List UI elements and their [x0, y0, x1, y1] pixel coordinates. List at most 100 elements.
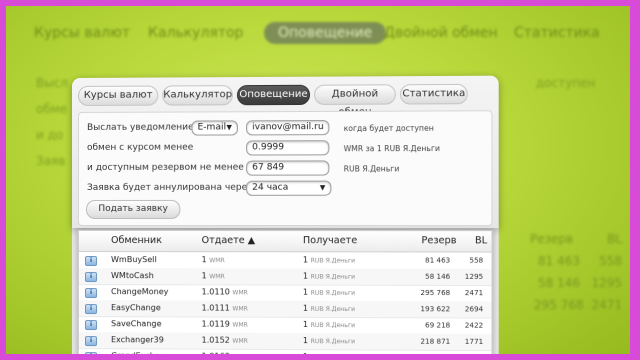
rate-note: WMR за 1 RUB Я.Деньги [343, 143, 441, 154]
exchanger-name[interactable]: Exchanger39 [111, 332, 164, 348]
video-frame: Курсы валют Калькулятор Оповещение Двойн… [6, 6, 630, 354]
background-tabs: Курсы валют Калькулятор Оповещение Двойн… [6, 22, 630, 48]
exchanger-name[interactable]: EasyChange [111, 300, 161, 316]
give-value: 1.0111 [201, 303, 230, 313]
reserve-field[interactable]: 67 849 [246, 160, 330, 176]
bg-cell: 81 463 [538, 254, 580, 268]
get-unit: RUB Я.Деньги [310, 273, 356, 281]
bg-cell: 58 146 [538, 276, 580, 290]
bl-value: 2422 [464, 321, 484, 330]
bg-tab: Калькулятор [148, 25, 244, 41]
bg-text: Высл [36, 76, 68, 90]
bg-text: доступен [536, 76, 596, 90]
rate-label: обмен с курсом менее [86, 142, 194, 153]
exchanger-name[interactable]: ChangeMoney [111, 284, 168, 300]
exchangers-table: Обменник Отдаете ▲ Получаете Резерв BL i… [77, 230, 493, 355]
get-amount: 1 RUB Я.Деньги [303, 268, 355, 284]
give-amount: 1.0111 WMR [202, 300, 248, 316]
give-value: 1 [201, 255, 207, 265]
reserve-value: 218 871 [420, 337, 451, 346]
give-value: 1.0110 [201, 287, 230, 297]
reserve-value: 58 146 [425, 272, 451, 281]
info-icon[interactable]: i [84, 272, 98, 283]
tab-rates[interactable]: Курсы валют [77, 85, 159, 106]
get-value: 1 [302, 336, 309, 346]
col-reserve[interactable]: Резерв [421, 231, 456, 251]
chevron-down-icon: ▼ [226, 123, 232, 132]
notify-method-select[interactable]: E-mail ▼ [191, 120, 238, 136]
bg-tab-active: Оповещение [264, 22, 387, 44]
bg-tab: Курсы валют [34, 25, 131, 41]
exchanger-name[interactable]: GrandExchange [111, 348, 175, 354]
info-icon[interactable]: i [84, 256, 98, 267]
give-value: 1 [201, 271, 207, 281]
chevron-down-icon: ▼ [319, 183, 326, 192]
give-unit: WMR [232, 321, 248, 329]
email-note: когда будет доступен [343, 123, 434, 134]
bl-value: 558 [469, 256, 484, 265]
notify-label: Выслать уведомление на [86, 122, 209, 133]
give-unit: WMR [232, 289, 248, 297]
bg-text: и до [36, 128, 64, 142]
table-row[interactable]: i WmBuySell 1 WMR 1 RUB Я.Деньги 81 463 558 [78, 252, 492, 270]
info-icon[interactable]: i [84, 288, 98, 299]
get-unit: RUB Я.Деньги [310, 305, 356, 314]
tab-statistics[interactable]: Статистика [399, 83, 468, 105]
give-amount: 1 WMR [202, 252, 225, 268]
get-value: 1 [302, 319, 309, 329]
bg-cell: 1295 [591, 276, 622, 290]
reserve-label: и доступным резервом не менее [86, 162, 244, 173]
tab-calculator[interactable]: Калькулятор [162, 85, 233, 106]
get-amount: 1 RUB Я.Деньги [303, 333, 355, 349]
col-bl[interactable]: BL [475, 231, 487, 251]
table-header: Обменник Отдаете ▲ Получаете Резерв BL [78, 231, 492, 253]
give-amount: 1.0163 WMR [202, 349, 248, 354]
give-amount: 1.0152 WMR [202, 333, 248, 349]
info-icon[interactable]: i [84, 336, 98, 347]
reserve-value: 69 218 [425, 321, 451, 330]
info-icon[interactable]: i [84, 304, 98, 315]
exchanger-name[interactable]: WmBuySell [111, 252, 157, 268]
bg-header: BL [607, 232, 622, 246]
tab-notification[interactable]: Оповещение [236, 84, 311, 106]
get-value: 1 [302, 303, 309, 313]
give-value: 1.0163 [202, 352, 230, 354]
bg-header: Резерв [530, 232, 574, 246]
info-icon[interactable]: i [84, 320, 98, 331]
exchanger-name[interactable]: SaveChange [111, 316, 161, 332]
give-unit: WMR [232, 337, 248, 345]
table-row[interactable]: i GrandExchange 1.0163 WMR 1 RUB Я.Деньги 57… [78, 348, 492, 355]
info-icon[interactable]: i [84, 352, 98, 354]
reserve-value: 81 463 [425, 256, 451, 265]
bg-cell: 295 768 [534, 298, 584, 312]
submit-button[interactable]: Подать заявку [85, 199, 181, 219]
get-unit: RUB Я.Деньги [310, 257, 356, 265]
bl-value: 2835 [461, 350, 484, 354]
reserve-note: RUB Я.Деньги [343, 164, 400, 174]
expire-select[interactable]: 24 часа ▼ [246, 180, 332, 196]
get-value: 1 [302, 287, 309, 297]
bl-value: 2471 [464, 289, 484, 298]
col-get[interactable]: Получаете [303, 231, 357, 251]
rate-field[interactable]: 0.9999 [246, 140, 330, 156]
exchanger-name[interactable]: WMtoCash [111, 268, 154, 284]
get-unit: RUB Я.Деньги [310, 289, 356, 297]
get-value: 1 [303, 352, 308, 354]
bg-text: Заяв [36, 154, 66, 168]
expire-label: Заявка будет аннулирована через [86, 182, 253, 193]
give-value: 1.0152 [201, 335, 230, 345]
panel-header: Курсы валют Калькулятор Оповещение Двойн… [72, 75, 499, 229]
col-exchanger[interactable]: Обменник [111, 231, 162, 251]
get-amount: 1 RUB Я.Деньги [303, 301, 355, 317]
email-field[interactable]: ivanov@mail.ru [246, 120, 330, 136]
col-give[interactable]: Отдаете ▲ [202, 231, 256, 251]
get-value: 1 [302, 271, 309, 281]
tab-double-exchange[interactable]: Двойной обмен [314, 84, 396, 118]
bg-text: обме [36, 102, 68, 116]
bl-value: 1771 [464, 337, 484, 346]
reserve-value: 576 152 [413, 350, 450, 355]
bl-value: 1295 [464, 272, 484, 281]
bl-value: 2694 [464, 305, 484, 314]
get-unit: RUB Я.Деньги [310, 321, 356, 330]
notify-method-value: E-mail [197, 122, 227, 133]
